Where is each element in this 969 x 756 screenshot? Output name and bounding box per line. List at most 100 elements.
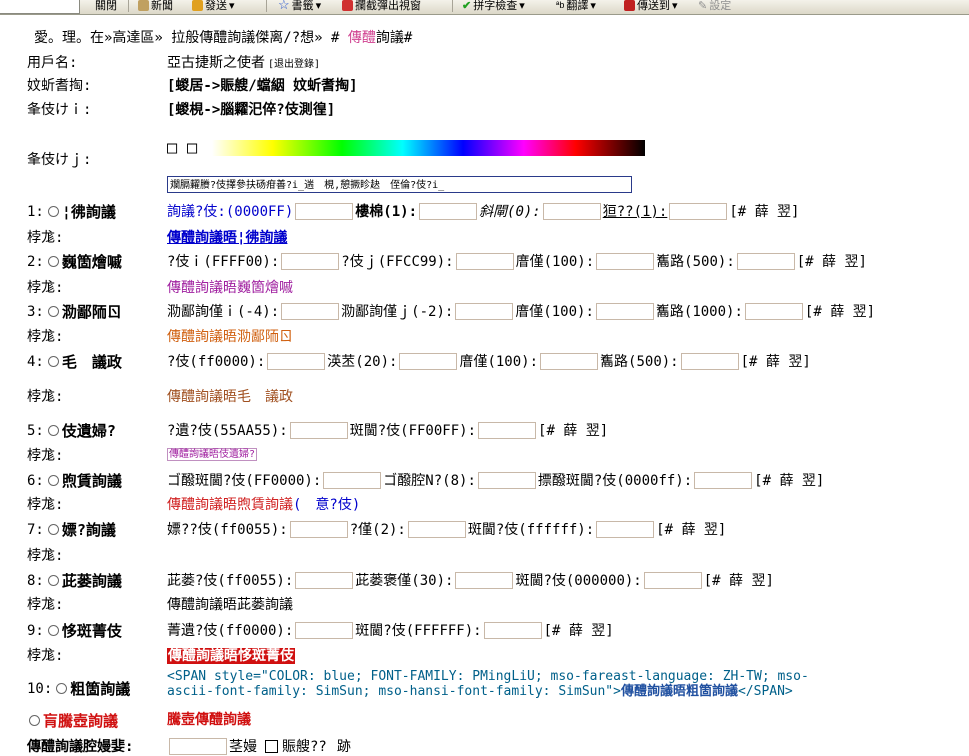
param-input[interactable] — [643, 571, 702, 589]
param-input[interactable] — [289, 421, 348, 439]
effect-fields-6: ゴ醱斑閫?伎(FF0000): ゴ醱腔N?(8): 摽醱斑閫?伎(0000ff): [… — [167, 470, 824, 490]
param-input[interactable] — [595, 302, 654, 320]
radio-button[interactable] — [47, 356, 59, 367]
apply-link[interactable]: [# 薛 翌] — [805, 301, 875, 321]
param-input[interactable] — [596, 520, 655, 538]
preview-text: 傳醴詢議晤泐鄙陑ㄖ — [167, 329, 293, 345]
field-label: 斑閫?伎(FF00FF): — [349, 423, 477, 439]
toolbar-close-button[interactable]: 關閉 — [95, 0, 117, 13]
logout-link[interactable]: [退出登錄] — [268, 59, 320, 70]
param-input[interactable] — [477, 471, 536, 489]
item-name: 泐鄙陑ㄖ — [61, 303, 122, 321]
radio-button[interactable] — [47, 625, 59, 636]
bottom-checkbox[interactable] — [265, 739, 278, 753]
toolbar-settings-button[interactable]: ✎ 設定 — [698, 0, 731, 13]
param-input[interactable] — [542, 202, 601, 220]
param-input[interactable] — [295, 571, 354, 589]
color-box-1[interactable]: □ — [167, 138, 177, 158]
param-input[interactable] — [455, 571, 514, 589]
toolbar-popup-block-button[interactable]: 攔截彈出視窗 — [342, 0, 421, 13]
radio-button[interactable] — [47, 206, 59, 217]
param-input[interactable] — [483, 621, 542, 639]
toolbar-send-to-button[interactable]: 傳送到 ▾ — [624, 0, 678, 13]
apply-link[interactable]: [# 薛 翌] — [538, 420, 608, 440]
news-icon — [138, 0, 149, 11]
field-label: 斑閫?伎(FFFFFF): — [355, 623, 482, 639]
apply-link[interactable]: [# 薛 翌] — [741, 351, 811, 371]
toolbar-label: 攔截彈出視窗 — [355, 0, 421, 12]
apply-link[interactable]: [# 薛 翌] — [656, 519, 726, 539]
toolbar-send-button[interactable]: 發送 ▾ — [192, 0, 235, 13]
param-input[interactable] — [399, 352, 458, 370]
toolbar-news-button[interactable]: 新聞 — [138, 0, 173, 13]
field-label: 庴僅(100): — [459, 354, 539, 370]
radio-button[interactable] — [56, 683, 68, 694]
item-name: 伎遺婦? — [61, 422, 116, 440]
effect-preview-2: 傳醴詢議晤巍箇燴嘁 — [167, 277, 293, 297]
param-input[interactable] — [680, 352, 739, 370]
item-name: 毛 議政 — [61, 353, 122, 371]
param-input[interactable] — [478, 421, 537, 439]
item-number: 1: — [27, 203, 44, 220]
field2-label: 妏蚚耆掏: — [27, 78, 92, 94]
toolbar-bookmarks-button[interactable]: ☆ 書籤 ▾ — [278, 0, 321, 13]
radio-button[interactable] — [47, 425, 59, 436]
radio-button[interactable] — [47, 256, 59, 267]
radio-button[interactable] — [47, 306, 59, 317]
radio-button[interactable] — [47, 524, 59, 535]
apply-link[interactable]: [# 薛 翌] — [729, 201, 799, 221]
toolbar-label: 發送 — [205, 0, 227, 12]
breadcrumb-current: 詢議# — [375, 30, 413, 46]
item-number: 3: — [27, 303, 44, 320]
radio-button[interactable] — [29, 715, 40, 726]
apply-link[interactable]: [# 薛 翌] — [754, 470, 824, 490]
param-input[interactable] — [455, 302, 514, 320]
preview-text-2: ( 意?伎) — [293, 497, 361, 513]
param-input[interactable] — [295, 621, 354, 639]
apply-link[interactable]: [# 薛 翌] — [704, 570, 774, 590]
item-name: 肓騰壺詢議 — [43, 712, 119, 730]
effect-item-4: 4: 毛 議政 — [27, 351, 122, 372]
address-box[interactable] — [0, 0, 80, 14]
param-input[interactable] — [455, 252, 514, 270]
field-label: ゴ醱斑閫?伎(FF0000): — [167, 473, 322, 489]
breadcrumb-path[interactable]: 愛。理。在»高達區» 拉般傳醴詢議傑离/?想» # — [34, 30, 348, 46]
param-input[interactable] — [407, 520, 466, 538]
preview-input[interactable]: 斕膈糶賸?伎擇參扶砀疳善?i_遄 梘,憩撅眕赽 侄倫?伎?i_ — [167, 176, 632, 193]
bottom-input[interactable] — [169, 737, 227, 755]
field-label: ?遺?伎(55AA55): — [167, 423, 288, 439]
param-input[interactable] — [295, 202, 354, 220]
radio-button[interactable] — [47, 575, 59, 586]
toolbar-spellcheck-button[interactable]: ✔ 拼字檢查 ▾ — [462, 0, 525, 13]
field-label: 泐鄙詢僅ｊ(-2): — [341, 304, 454, 320]
browser-toolbar: 關閉 新聞 發送 ▾ ☆ 書籤 ▾ 攔截彈出視窗 ✔ 拼字檢查 ▾ ªb 翻譯 ▾ 傳送到 ▾ … — [0, 0, 969, 15]
param-input[interactable] — [736, 252, 795, 270]
bottom-end: 跡 — [336, 739, 351, 755]
param-input[interactable] — [419, 202, 478, 220]
param-input[interactable] — [669, 202, 728, 220]
effect-preview-4: 傳醴詢議晤毛 議政 — [167, 386, 293, 406]
color-box-2[interactable]: □ — [187, 138, 197, 158]
preview-label: 桲尨: — [27, 329, 64, 345]
param-input[interactable] — [323, 471, 382, 489]
param-input[interactable] — [281, 252, 340, 270]
param-input[interactable] — [596, 252, 655, 270]
param-input[interactable] — [289, 520, 348, 538]
field4-label: 夆伎けｊ: — [27, 152, 92, 168]
effect-fields-7: 嫖??伎(ff0055): ?僅(2): 斑閫?伎(ffffff): [# 薛 翌] — [167, 519, 726, 539]
radio-button[interactable] — [47, 475, 59, 486]
param-input[interactable] — [281, 302, 340, 320]
apply-link[interactable]: [# 薛 翌] — [797, 251, 867, 271]
star-icon: ☆ — [278, 0, 290, 12]
param-input[interactable] — [540, 352, 599, 370]
preview-label: 桲尨: — [27, 497, 64, 513]
param-input[interactable] — [694, 471, 753, 489]
color-spectrum-bar[interactable] — [212, 140, 645, 156]
param-input[interactable] — [267, 352, 326, 370]
apply-link[interactable]: [# 薛 翌] — [544, 620, 614, 640]
param-input[interactable] — [744, 302, 803, 320]
toolbar-translate-button[interactable]: ªb 翻譯 ▾ — [556, 0, 596, 13]
bottom-mid: 茎嫚 — [229, 739, 257, 755]
field-label: 雟路(500): — [656, 254, 735, 270]
field-label: 摽醱斑閫?伎(0000ff): — [537, 473, 693, 489]
